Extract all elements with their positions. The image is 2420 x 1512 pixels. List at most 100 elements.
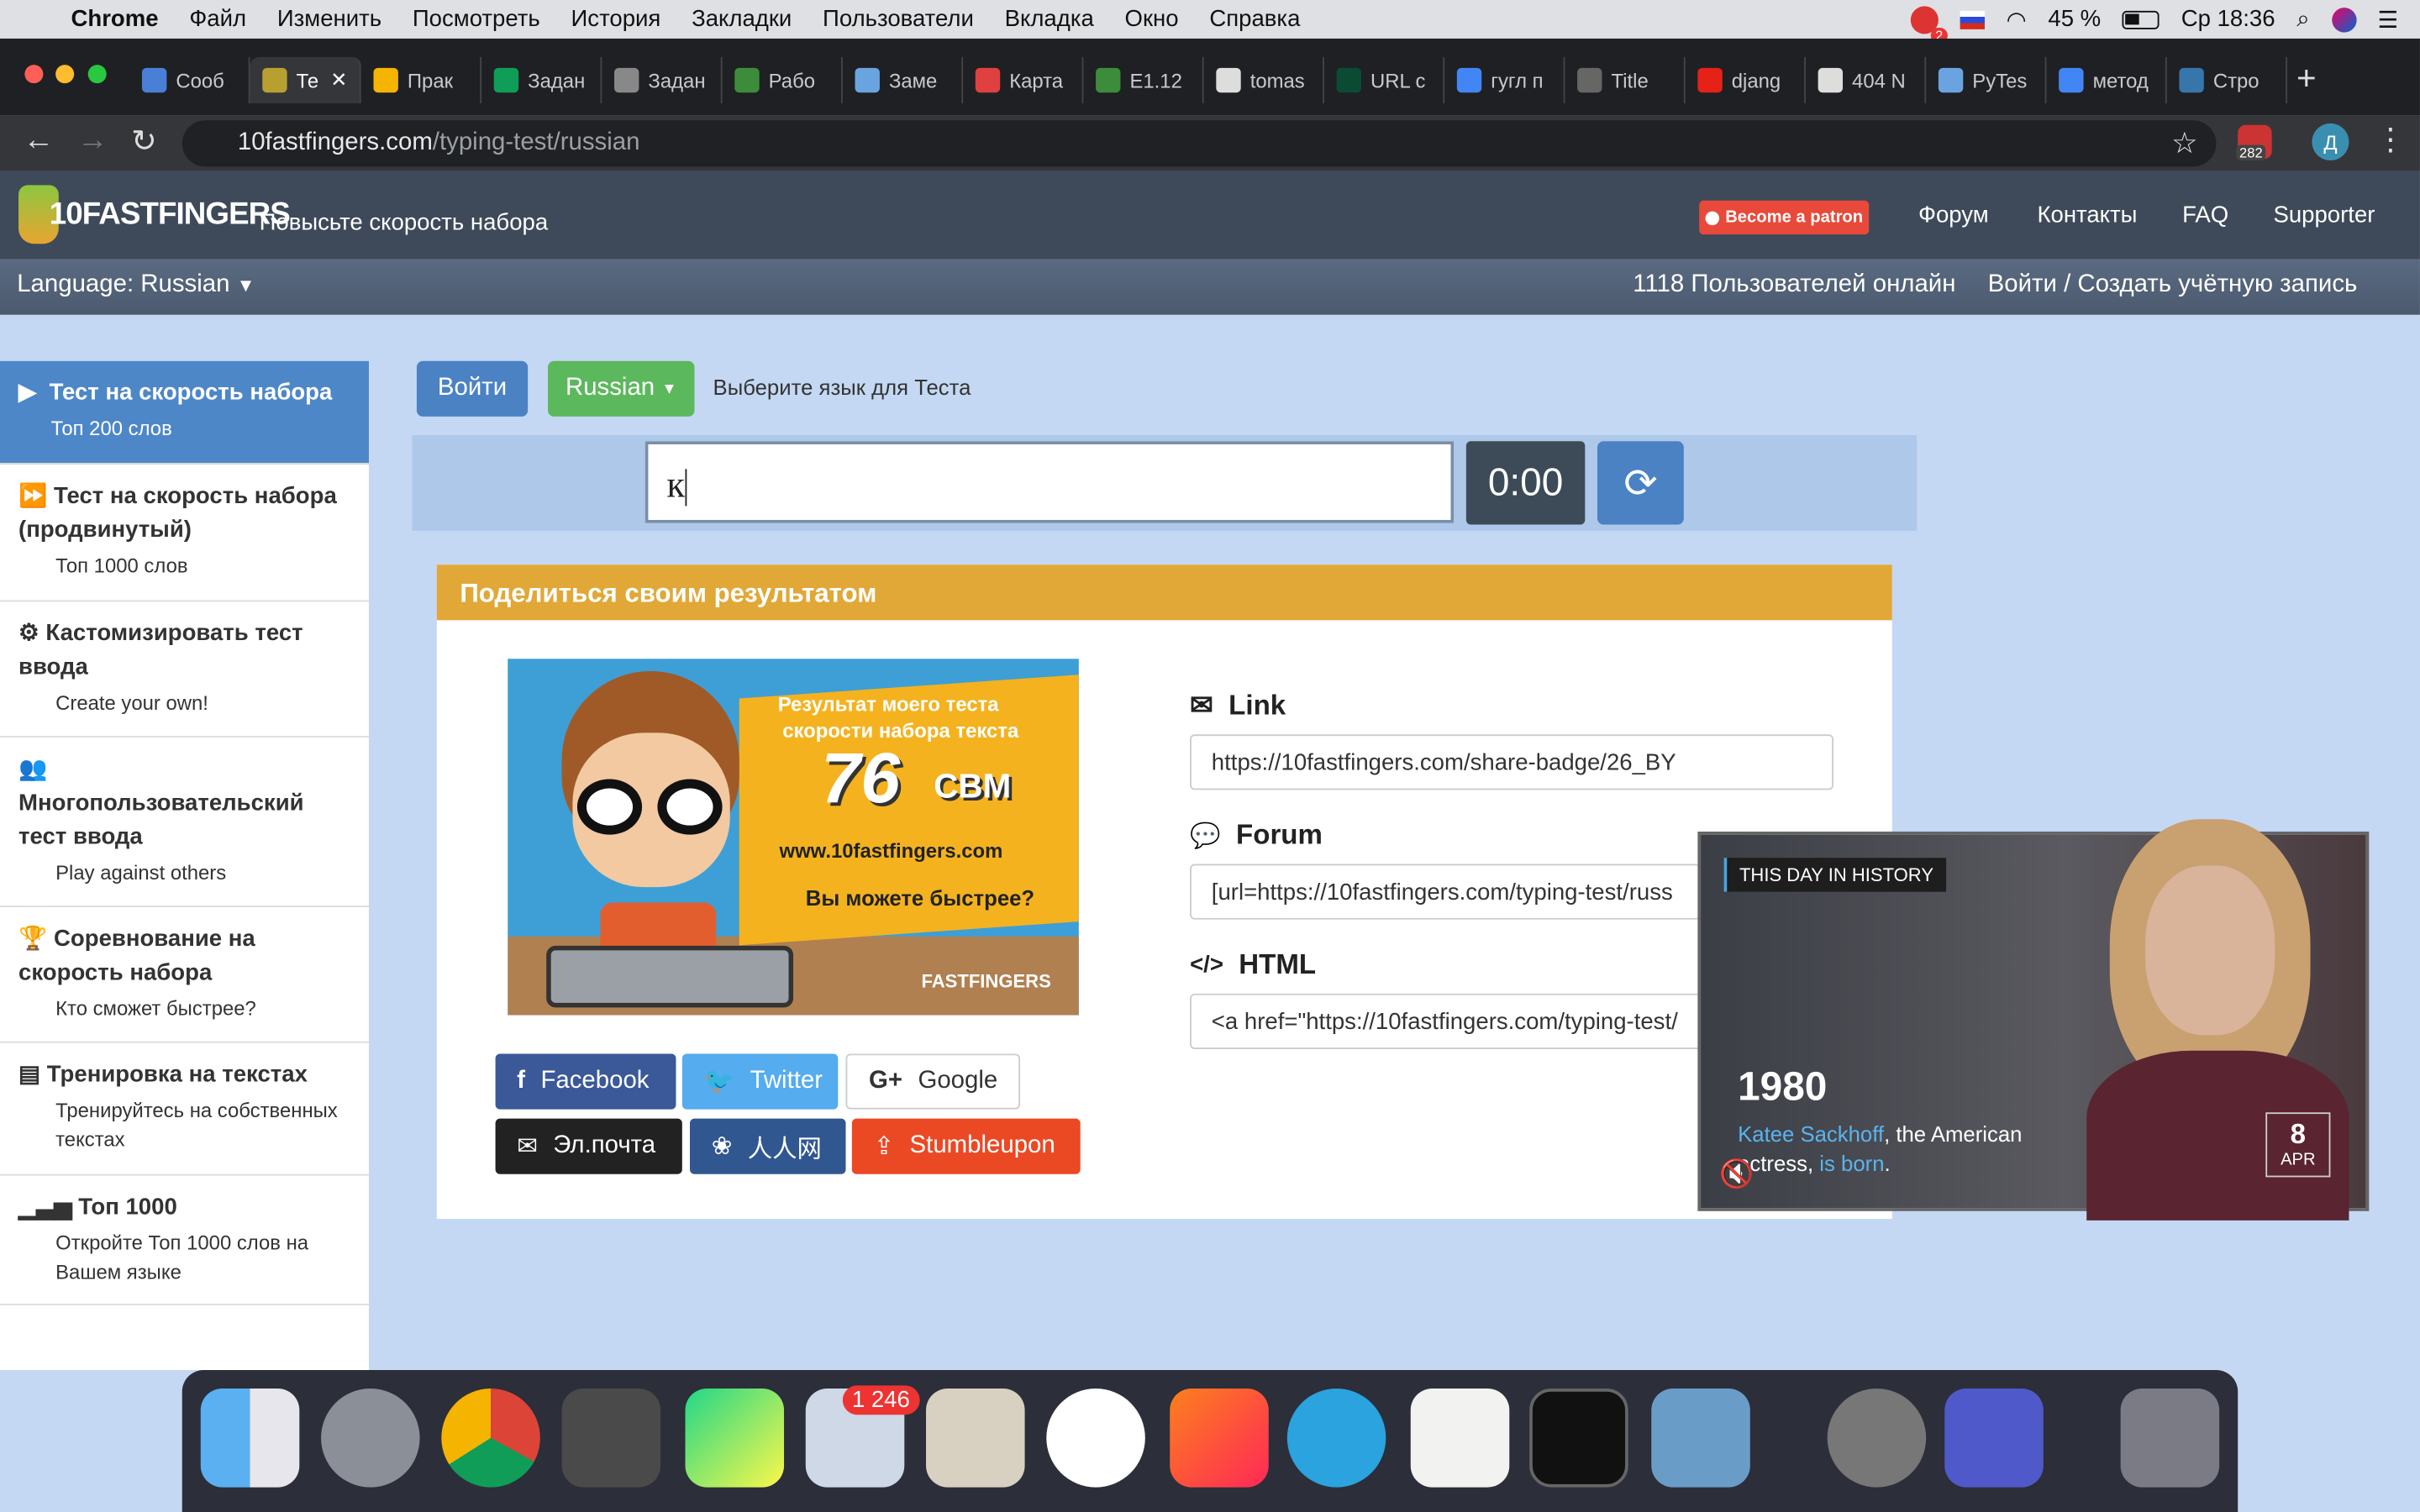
tab-8[interactable]: E1.12 bbox=[1083, 56, 1204, 104]
link-field[interactable]: https://10fastfingers.com/share-badge/26… bbox=[1190, 734, 1833, 790]
menu-edit[interactable]: Изменить bbox=[277, 6, 381, 32]
tab-close-icon[interactable]: ✕ bbox=[330, 68, 347, 92]
tab-12[interactable]: Title bbox=[1565, 56, 1686, 104]
menu-help[interactable]: Справка bbox=[1209, 6, 1300, 32]
chrome-icon[interactable] bbox=[441, 1389, 540, 1488]
finder-icon[interactable] bbox=[200, 1389, 300, 1488]
tab-17[interactable]: Стро bbox=[2167, 56, 2287, 104]
nav-contacts[interactable]: Контакты bbox=[2037, 202, 2137, 228]
new-tab-plus-icon[interactable]: + bbox=[2296, 59, 2317, 99]
sidebar-item-advanced[interactable]: ⏩ Тест на скорость набора (продвинутый) … bbox=[0, 465, 369, 602]
sidebar-item-top1000[interactable]: ▁▃▅ Топ 1000 Откройте Топ 1000 слов на В… bbox=[0, 1176, 369, 1305]
tab-4[interactable]: Задан bbox=[602, 56, 723, 104]
tab-11[interactable]: гугл п bbox=[1444, 56, 1565, 104]
system-preferences-icon[interactable] bbox=[1827, 1389, 1927, 1488]
facebook-button[interactable]: f Facebook bbox=[495, 1053, 676, 1110]
google-button[interactable]: G+ Google bbox=[845, 1053, 1021, 1110]
tab-10[interactable]: URL c bbox=[1324, 56, 1445, 104]
tab-13[interactable]: djang bbox=[1686, 56, 1806, 104]
control-list-icon[interactable]: ☰ bbox=[2378, 5, 2399, 33]
telegram-icon[interactable] bbox=[1286, 1389, 1386, 1488]
sidebar-item-custom[interactable]: ⚙ Кастомизировать тест ввода Create your… bbox=[0, 601, 369, 738]
mute-icon[interactable]: 🔇 bbox=[1719, 1158, 1754, 1191]
tab-7[interactable]: Карта bbox=[963, 56, 1084, 104]
zoom-window-icon[interactable] bbox=[87, 65, 107, 84]
sidebar-item-sub: Кто сможет быстрее? bbox=[55, 996, 256, 1021]
launchpad-icon[interactable] bbox=[321, 1389, 420, 1488]
profile-avatar[interactable]: Д bbox=[2312, 123, 2349, 161]
tab-16[interactable]: метод bbox=[2046, 56, 2167, 104]
nav-faq[interactable]: FAQ bbox=[2182, 202, 2228, 228]
tab-5[interactable]: Рабо bbox=[723, 56, 843, 104]
nav-supporter[interactable]: Supporter bbox=[2273, 202, 2375, 228]
notification-icon[interactable]: 2 bbox=[1910, 5, 1948, 43]
intellij-icon[interactable] bbox=[1170, 1389, 1269, 1488]
site-logo[interactable]: 10FASTFINGERS bbox=[18, 184, 291, 245]
nav-forum[interactable]: Форум bbox=[1918, 202, 1989, 228]
siri-icon[interactable] bbox=[2331, 7, 2356, 32]
chrome-menu-icon[interactable]: ⋮ bbox=[2375, 120, 2407, 159]
slack-icon[interactable] bbox=[1046, 1389, 1145, 1488]
language-selector[interactable]: Language: Russian ▼ bbox=[17, 271, 255, 299]
tab-0[interactable]: Сооб bbox=[129, 56, 250, 104]
twitter-button[interactable]: 🐦 Twitter bbox=[681, 1053, 839, 1110]
is-link[interactable]: is bbox=[1819, 1151, 1835, 1175]
menu-file[interactable]: Файл bbox=[189, 6, 246, 32]
spotlight-search-icon[interactable]: ⌕ bbox=[2296, 6, 2309, 32]
calculator-icon[interactable] bbox=[926, 1389, 1025, 1488]
battery-text: 45 % bbox=[2048, 6, 2102, 33]
menu-window[interactable]: Окно bbox=[1125, 6, 1179, 32]
history-period: . bbox=[1884, 1151, 1891, 1176]
minimize-window-icon[interactable] bbox=[55, 65, 75, 84]
refresh-button[interactable]: ⟳ bbox=[1597, 441, 1684, 525]
tab-15[interactable]: PyTes bbox=[1926, 56, 2047, 104]
menu-bookmarks[interactable]: Закладки bbox=[692, 6, 792, 32]
email-button[interactable]: ✉ Эл.почта bbox=[495, 1118, 682, 1174]
menu-history[interactable]: История bbox=[571, 6, 660, 32]
teams-icon[interactable] bbox=[1944, 1389, 2044, 1488]
textedit-icon[interactable] bbox=[1410, 1389, 1510, 1488]
sidebar-item-text-practice[interactable]: ▤ Тренировка на текстах Тренируйтесь на … bbox=[0, 1043, 369, 1176]
login-button[interactable]: Войти bbox=[416, 360, 529, 417]
close-window-icon[interactable] bbox=[24, 65, 44, 84]
tab-label: Прак bbox=[407, 68, 454, 92]
video-ad-overlay[interactable]: THIS DAY IN HISTORY 1980 Katee Sackhoff,… bbox=[1697, 819, 2370, 1221]
tab-9[interactable]: tomas bbox=[1204, 56, 1324, 104]
sublime-text-icon[interactable] bbox=[561, 1389, 661, 1488]
sidebar-item-multiplayer[interactable]: 👥 Многопользовательский тест ввода Play a… bbox=[0, 738, 369, 907]
tab-3[interactable]: Задан bbox=[481, 56, 602, 104]
renren-button[interactable]: ❀ 人人网 bbox=[690, 1118, 846, 1174]
tab-6[interactable]: Заме bbox=[843, 56, 964, 104]
login-register-link[interactable]: Войти / Создать учётную запись bbox=[1988, 271, 2358, 299]
trash-icon[interactable] bbox=[2120, 1389, 2220, 1488]
language-dropdown-button[interactable]: Russian ▼ bbox=[548, 360, 695, 417]
back-arrow-icon[interactable]: ← bbox=[24, 123, 55, 159]
menu-users[interactable]: Пользователи bbox=[823, 6, 974, 32]
patron-button[interactable]: Become a patron bbox=[1699, 200, 1870, 235]
tab-14[interactable]: 404 N bbox=[1806, 56, 1927, 104]
preview-icon[interactable] bbox=[1651, 1389, 1750, 1488]
menu-app-name[interactable]: Chrome bbox=[71, 6, 158, 32]
wifi-icon[interactable]: ◠ bbox=[2007, 5, 2027, 33]
typing-input[interactable]: к bbox=[644, 441, 1455, 523]
clock[interactable]: Ср 18:36 bbox=[2181, 6, 2275, 32]
pycharm-icon[interactable] bbox=[685, 1389, 785, 1488]
terminal-icon[interactable] bbox=[1529, 1389, 1628, 1488]
forward-arrow-icon[interactable]: → bbox=[77, 123, 108, 159]
bookmark-star-icon[interactable]: ☆ bbox=[2171, 127, 2197, 162]
menu-tab[interactable]: Вкладка bbox=[1005, 6, 1094, 32]
battery-icon[interactable] bbox=[2122, 9, 2160, 29]
address-bar[interactable]: 10fastfingers.com/typing-test/russian ☆ bbox=[182, 120, 2217, 167]
tab-1[interactable]: Те ✕ bbox=[250, 56, 361, 104]
flag-icon[interactable] bbox=[1960, 9, 1985, 29]
menu-view[interactable]: Посмотреть bbox=[413, 6, 540, 32]
google-label: Google bbox=[918, 1067, 998, 1095]
stumbleupon-button[interactable]: ⇪ Stumbleupon bbox=[851, 1118, 1081, 1174]
sidebar-item-typing-test[interactable]: ▶ Тест на скорость набора Топ 200 слов bbox=[0, 360, 369, 465]
reload-icon[interactable]: ↻ bbox=[131, 122, 157, 160]
born-link[interactable]: born bbox=[1841, 1151, 1884, 1175]
tab-2[interactable]: Прак bbox=[361, 56, 482, 104]
sidebar-item-competition[interactable]: 🏆 Соревнование на скорость набора Кто см… bbox=[0, 907, 369, 1043]
person-link[interactable]: Katee Sackhoff bbox=[1738, 1121, 1884, 1146]
tab-label: Задан bbox=[648, 68, 706, 92]
